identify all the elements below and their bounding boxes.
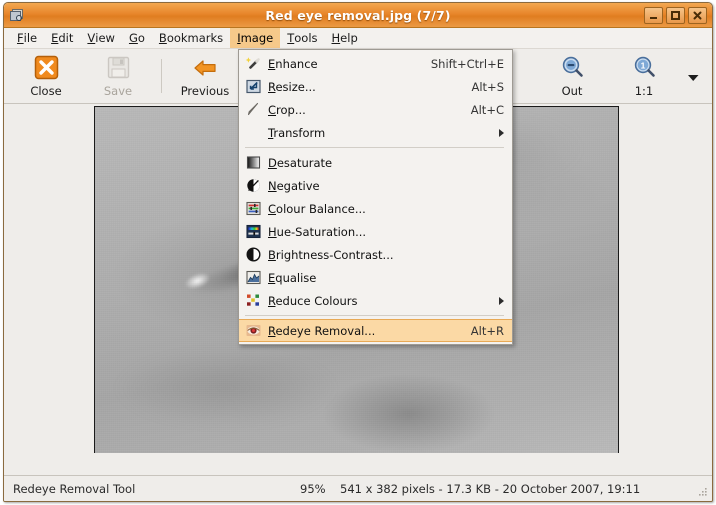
close-x-icon	[34, 55, 59, 81]
resize-icon	[244, 78, 262, 96]
menu-item-transform[interactable]: Transform	[239, 121, 512, 144]
status-image-info: 541 x 382 pixels - 17.3 KB - 20 October …	[340, 481, 641, 496]
menu-item-colour-balance[interactable]: Colour Balance...	[239, 197, 512, 220]
chevron-down-icon	[687, 67, 700, 86]
toolbar-button-save[interactable]: Save	[82, 51, 154, 101]
minimize-button[interactable]	[644, 6, 663, 24]
toolbar-label-zoom-actual: 1:1	[634, 83, 654, 98]
toolbar-label-previous: Previous	[180, 83, 230, 98]
menu-item-reduce-colours[interactable]: Reduce Colours	[239, 289, 512, 312]
close-button[interactable]	[688, 6, 707, 24]
zoom-out-icon	[560, 55, 585, 81]
desaturate-gradient-icon	[244, 154, 262, 172]
menu-item-label: Colour Balance...	[268, 201, 366, 216]
zoom-actual-size-icon: 1	[632, 55, 657, 81]
menu-edit[interactable]: Edit	[44, 28, 80, 48]
toolbar-label-save: Save	[103, 83, 133, 98]
toolbar-label-zoom-out: Out	[561, 83, 583, 98]
menu-item-equalise[interactable]: Equalise	[239, 266, 512, 289]
toolbar-label-close: Close	[30, 83, 62, 98]
toolbar-button-zoom-actual[interactable]: 1 1:1	[608, 51, 680, 101]
menu-help[interactable]: Help	[325, 28, 365, 48]
toolbar-button-close[interactable]: Close	[10, 51, 82, 101]
image-menu-dropdown: Enhance Shift+Ctrl+E Resize... Alt+S Cro…	[238, 49, 513, 345]
colour-balance-sliders-icon	[244, 200, 262, 218]
menu-item-accel: Alt+R	[470, 323, 504, 338]
menu-item-label: Reduce Colours	[268, 293, 358, 308]
window-title: Red eye removal.jpg (7/7)	[265, 7, 451, 23]
toolbar-button-previous[interactable]: Previous	[169, 51, 241, 101]
menu-tools[interactable]: Tools	[280, 28, 324, 48]
menu-item-label: Resize...	[268, 79, 316, 94]
menu-item-label: Redeye Removal...	[268, 323, 376, 338]
toolbar-separator	[161, 59, 162, 93]
status-zoom-label: 95%	[300, 481, 326, 496]
colour-grid-icon	[244, 292, 262, 310]
toolbar-button-zoom-out[interactable]: Out	[536, 51, 608, 101]
histogram-icon	[244, 269, 262, 287]
submenu-arrow-icon	[499, 128, 504, 137]
negative-circle-icon	[244, 177, 262, 195]
menu-file[interactable]: File	[10, 28, 44, 48]
menu-item-label: Hue-Saturation...	[268, 224, 367, 239]
maximize-button[interactable]	[666, 6, 685, 24]
menu-image[interactable]: Image	[230, 28, 281, 48]
submenu-arrow-icon	[499, 296, 504, 305]
application-window: Red eye removal.jpg (7/7) File Edit View…	[3, 2, 713, 502]
red-eye-icon	[244, 322, 262, 340]
magic-wand-icon	[244, 55, 262, 73]
menu-view[interactable]: View	[80, 28, 122, 48]
menu-item-label: Crop...	[268, 102, 306, 117]
menu-bookmarks[interactable]: Bookmarks	[152, 28, 230, 48]
menu-item-crop[interactable]: Crop... Alt+C	[239, 98, 512, 121]
menu-separator	[245, 147, 504, 148]
hue-saturation-icon	[244, 223, 262, 241]
menu-go[interactable]: Go	[122, 28, 152, 48]
menu-item-label: Desaturate	[268, 155, 333, 170]
image-viewer-icon	[9, 7, 26, 24]
menu-separator	[245, 315, 504, 316]
menu-item-label: Enhance	[268, 56, 318, 71]
menu-item-accel: Shift+Ctrl+E	[430, 56, 504, 71]
menu-item-label: Negative	[268, 178, 320, 193]
menu-item-label: Transform	[268, 125, 326, 140]
menu-item-accel: Alt+C	[470, 102, 504, 117]
svg-text:1: 1	[640, 60, 645, 70]
no-icon	[244, 124, 262, 142]
menu-item-resize[interactable]: Resize... Alt+S	[239, 75, 512, 98]
status-tool-label: Redeye Removal Tool	[13, 481, 136, 496]
menu-item-negative[interactable]: Negative	[239, 174, 512, 197]
title-bar[interactable]: Red eye removal.jpg (7/7)	[4, 3, 712, 28]
menu-item-enhance[interactable]: Enhance Shift+Ctrl+E	[239, 52, 512, 75]
menu-item-brightness-contrast[interactable]: Brightness-Contrast...	[239, 243, 512, 266]
menu-bar: File Edit View Go Bookmarks Image Tools …	[4, 28, 712, 49]
menu-item-hue-saturation[interactable]: Hue-Saturation...	[239, 220, 512, 243]
menu-item-label: Equalise	[268, 270, 317, 285]
menu-item-redeye-removal[interactable]: Redeye Removal... Alt+R	[239, 319, 512, 342]
brightness-contrast-icon	[244, 246, 262, 264]
toolbar-overflow-button[interactable]	[680, 51, 706, 101]
arrow-left-icon	[193, 55, 218, 81]
resize-grip[interactable]	[696, 485, 708, 497]
menu-item-accel: Alt+S	[471, 79, 504, 94]
window-controls	[644, 6, 712, 24]
menu-item-desaturate[interactable]: Desaturate	[239, 151, 512, 174]
status-bar: Redeye Removal Tool 95% 541 x 382 pixels…	[4, 475, 712, 501]
floppy-disk-icon	[106, 55, 131, 81]
crop-knife-icon	[244, 101, 262, 119]
menu-item-label: Brightness-Contrast...	[268, 247, 394, 262]
